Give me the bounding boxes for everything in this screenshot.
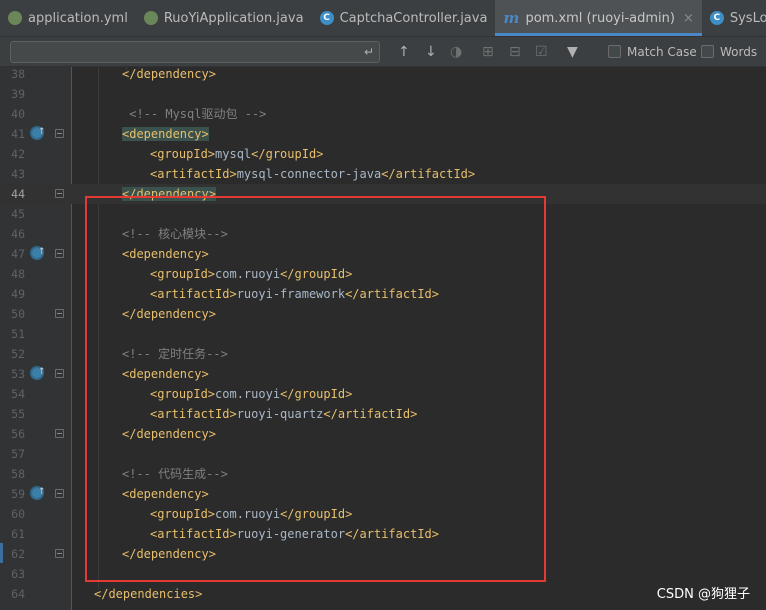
xml-tag: </dependencies> xyxy=(94,587,203,601)
implemented-override-icon[interactable] xyxy=(30,362,46,382)
previous-occurrence-icon[interactable]: ↑ xyxy=(398,37,410,67)
class-icon: C xyxy=(319,11,334,25)
tab-2[interactable]: RuoYiApplication.java xyxy=(136,0,312,36)
xml-tag: <artifactId> xyxy=(150,167,237,181)
line-number[interactable]: 55 xyxy=(0,404,25,424)
line-number[interactable]: 38 xyxy=(0,64,25,84)
remove-selection-icon[interactable]: ⊟ xyxy=(509,37,521,67)
words-checkbox[interactable] xyxy=(701,45,714,58)
add-selection-icon[interactable]: ⊞ xyxy=(482,37,494,67)
fold-toggle-icon[interactable] xyxy=(55,429,64,438)
line-number[interactable]: 57 xyxy=(0,444,25,464)
close-icon[interactable]: × xyxy=(683,11,694,26)
line-number[interactable]: 56 xyxy=(0,424,25,444)
tab-label: CaptchaController.java xyxy=(339,10,488,26)
fold-toggle-icon[interactable] xyxy=(55,189,64,198)
tab-5[interactable]: C SysLoginC xyxy=(702,0,766,36)
line-number[interactable]: 42 xyxy=(0,144,25,164)
spring-class-icon xyxy=(143,11,158,25)
annotation-highlight-box xyxy=(85,196,546,582)
tab-4[interactable]: m pom.xml (ruoyi-admin) × xyxy=(495,0,703,36)
line-number[interactable]: 62 xyxy=(0,544,25,564)
line-number[interactable]: 52 xyxy=(0,344,25,364)
tab-label: pom.xml (ruoyi-admin) xyxy=(525,10,675,26)
match-case-label[interactable]: Match Case xyxy=(627,37,697,67)
match-case-checkbox[interactable] xyxy=(608,45,621,58)
fold-toggle-icon[interactable] xyxy=(55,549,64,558)
xml-tag: <dependency> xyxy=(122,127,209,141)
implemented-override-icon[interactable] xyxy=(30,122,46,142)
tab-3[interactable]: C CaptchaController.java xyxy=(312,0,496,36)
line-number[interactable]: 40 xyxy=(0,104,25,124)
line-number[interactable]: 39 xyxy=(0,84,25,104)
leaf-yml-icon xyxy=(8,11,22,25)
watermark: CSDN @狗狸子 xyxy=(656,587,750,602)
line-number[interactable]: 41 xyxy=(0,124,25,144)
editor-tab-bar: application.yml RuoYiApplication.java C Cap… xyxy=(0,0,766,37)
filter-icon[interactable]: ▼ xyxy=(567,37,578,67)
next-occurrence-icon[interactable]: ↓ xyxy=(425,37,437,67)
code-text: </dependencies> xyxy=(94,584,202,604)
line-number[interactable]: 48 xyxy=(0,264,25,284)
line-number[interactable]: 47 xyxy=(0,244,25,264)
implemented-override-icon[interactable] xyxy=(30,482,46,502)
fold-toggle-icon[interactable] xyxy=(55,489,64,498)
line-number[interactable]: 54 xyxy=(0,384,25,404)
line-number[interactable]: 64 xyxy=(0,584,25,604)
fold-toggle-icon[interactable] xyxy=(55,309,64,318)
implemented-override-icon[interactable] xyxy=(30,242,46,262)
find-all-icon[interactable]: ◑ xyxy=(450,37,462,67)
xml-tag: </dependency> xyxy=(122,67,216,81)
line-number[interactable]: 49 xyxy=(0,284,25,304)
fold-toggle-icon[interactable] xyxy=(55,129,64,138)
code-line[interactable]: 40 <!-- Mysql驱动包 --> xyxy=(0,104,766,124)
line-number[interactable]: 59 xyxy=(0,484,25,504)
select-all-occurrences-icon[interactable]: ☑ xyxy=(535,37,548,67)
xml-tag: <groupId> xyxy=(150,147,216,161)
code-line[interactable]: 39 xyxy=(0,84,766,104)
code-line[interactable]: 38 </dependency> xyxy=(0,64,766,84)
xml-comment: <!-- Mysql驱动包 --> xyxy=(122,107,267,121)
code-line[interactable]: 41 <dependency> xyxy=(0,122,766,144)
code-text: <!-- Mysql驱动包 --> xyxy=(122,104,266,124)
search-input[interactable] xyxy=(10,41,380,63)
line-number[interactable]: 50 xyxy=(0,304,25,324)
class-icon: C xyxy=(709,11,724,25)
line-number[interactable]: 53 xyxy=(0,364,25,384)
line-number[interactable]: 58 xyxy=(0,464,25,484)
line-number[interactable]: 51 xyxy=(0,324,25,344)
tab-label: RuoYiApplication.java xyxy=(163,10,304,26)
xml-tag: </artifactId> xyxy=(381,167,476,181)
xml-tag: </groupId> xyxy=(251,147,324,161)
line-number[interactable]: 60 xyxy=(0,504,25,524)
line-number[interactable]: 45 xyxy=(0,204,25,224)
code-line[interactable]: 64 </dependencies> xyxy=(0,584,766,604)
code-line[interactable]: 43 <artifactId>mysql-connector-java</arti… xyxy=(0,164,766,184)
code-line[interactable]: 42 <groupId>mysql</groupId> xyxy=(0,144,766,164)
find-bar: ⌕ ↵ ↑ ↓ ◑ ⊞ ⊟ ☑ ▼ Match Case Words xyxy=(0,37,766,67)
line-number[interactable]: 44 xyxy=(0,184,25,204)
tab-label: application.yml xyxy=(28,10,128,26)
fold-toggle-icon[interactable] xyxy=(55,369,64,378)
line-number[interactable]: 63 xyxy=(0,564,25,584)
line-number[interactable]: 46 xyxy=(0,224,25,244)
xml-text: mysql-connector-java xyxy=(236,167,382,181)
words-label[interactable]: Words xyxy=(720,37,757,67)
code-text: </dependency> xyxy=(122,64,216,84)
tab-1[interactable]: application.yml xyxy=(0,0,136,36)
maven-icon: m xyxy=(503,9,520,27)
line-number[interactable]: 43 xyxy=(0,164,25,184)
xml-text: mysql xyxy=(215,147,252,161)
tab-label: SysLoginC xyxy=(729,10,766,26)
code-text: <groupId>mysql</groupId> xyxy=(150,144,323,164)
code-text: <artifactId>mysql-connector-java</artifa… xyxy=(150,164,475,184)
fold-toggle-icon[interactable] xyxy=(55,249,64,258)
code-text: <dependency> xyxy=(122,124,209,144)
line-number[interactable]: 61 xyxy=(0,524,25,544)
left-edge-marker xyxy=(0,543,3,563)
enter-icon[interactable]: ↵ xyxy=(364,37,374,67)
